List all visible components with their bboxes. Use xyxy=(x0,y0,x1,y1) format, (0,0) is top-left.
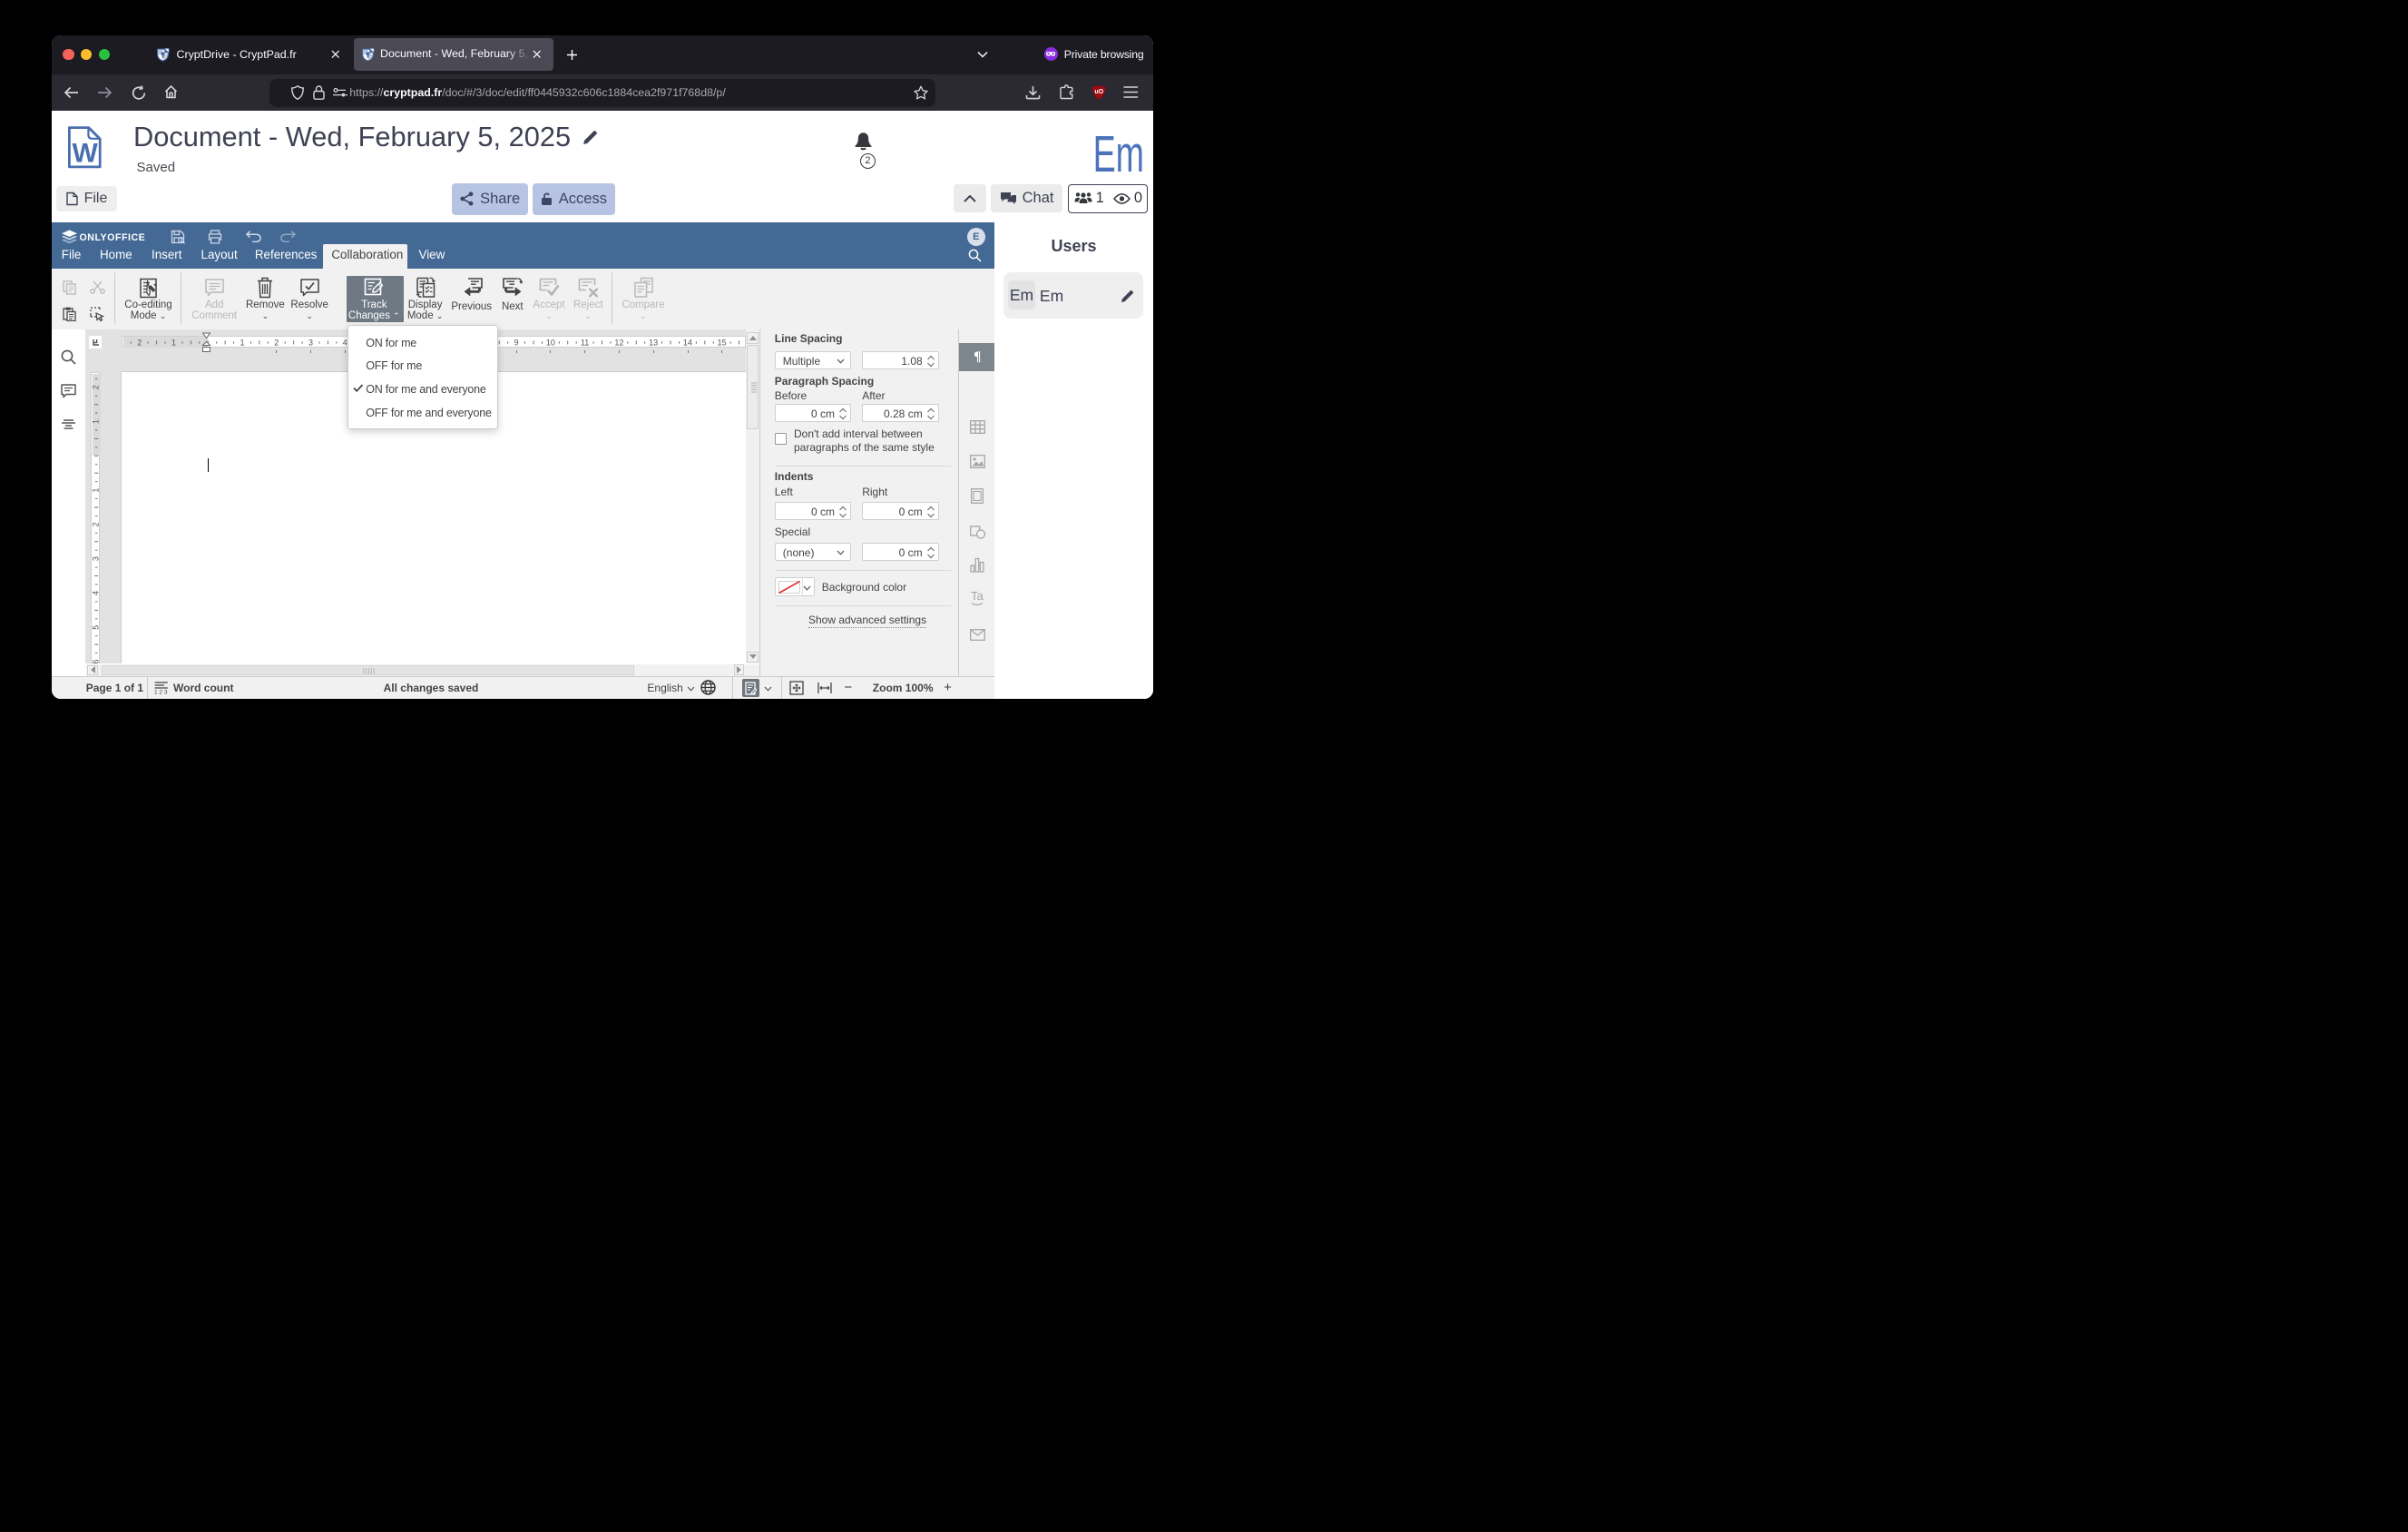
svg-text:W: W xyxy=(73,138,99,168)
svg-text:2: 2 xyxy=(92,522,100,526)
svg-text:1: 1 xyxy=(92,487,100,492)
svg-text:1 2 3: 1 2 3 xyxy=(154,689,168,694)
svg-text:2: 2 xyxy=(92,385,100,389)
svg-text:5: 5 xyxy=(92,624,100,629)
svg-text:4: 4 xyxy=(92,591,100,595)
svg-text:uO: uO xyxy=(1094,89,1103,95)
svg-text:Ta: Ta xyxy=(971,590,984,603)
svg-text:3: 3 xyxy=(92,556,100,561)
svg-text:6: 6 xyxy=(92,659,100,663)
svg-text:1: 1 xyxy=(92,419,100,424)
